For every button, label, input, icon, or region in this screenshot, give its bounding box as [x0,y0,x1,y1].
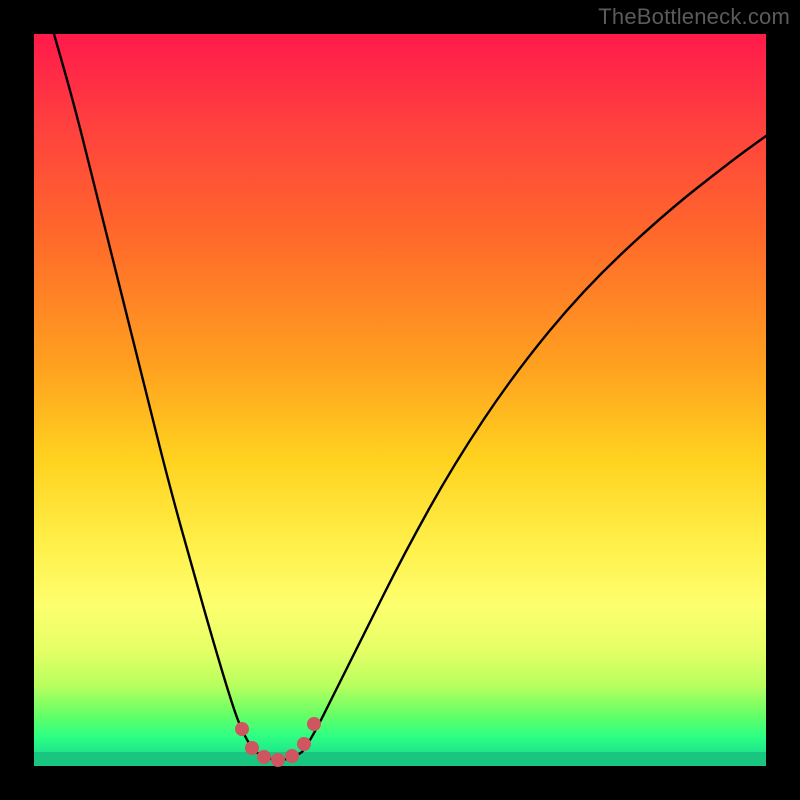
curve-svg [34,34,766,766]
chart-frame: TheBottleneck.com [0,0,800,800]
watermark-text: TheBottleneck.com [598,4,790,30]
valley-dot [257,750,271,764]
valley-dot [307,717,321,731]
valley-dot [271,753,285,767]
valley-dot [235,722,249,736]
valley-dot [245,741,259,755]
curve-left [54,34,256,752]
plot-area [34,34,766,766]
valley-dot [285,749,299,763]
curve-right [302,136,766,752]
valley-dot [297,737,311,751]
